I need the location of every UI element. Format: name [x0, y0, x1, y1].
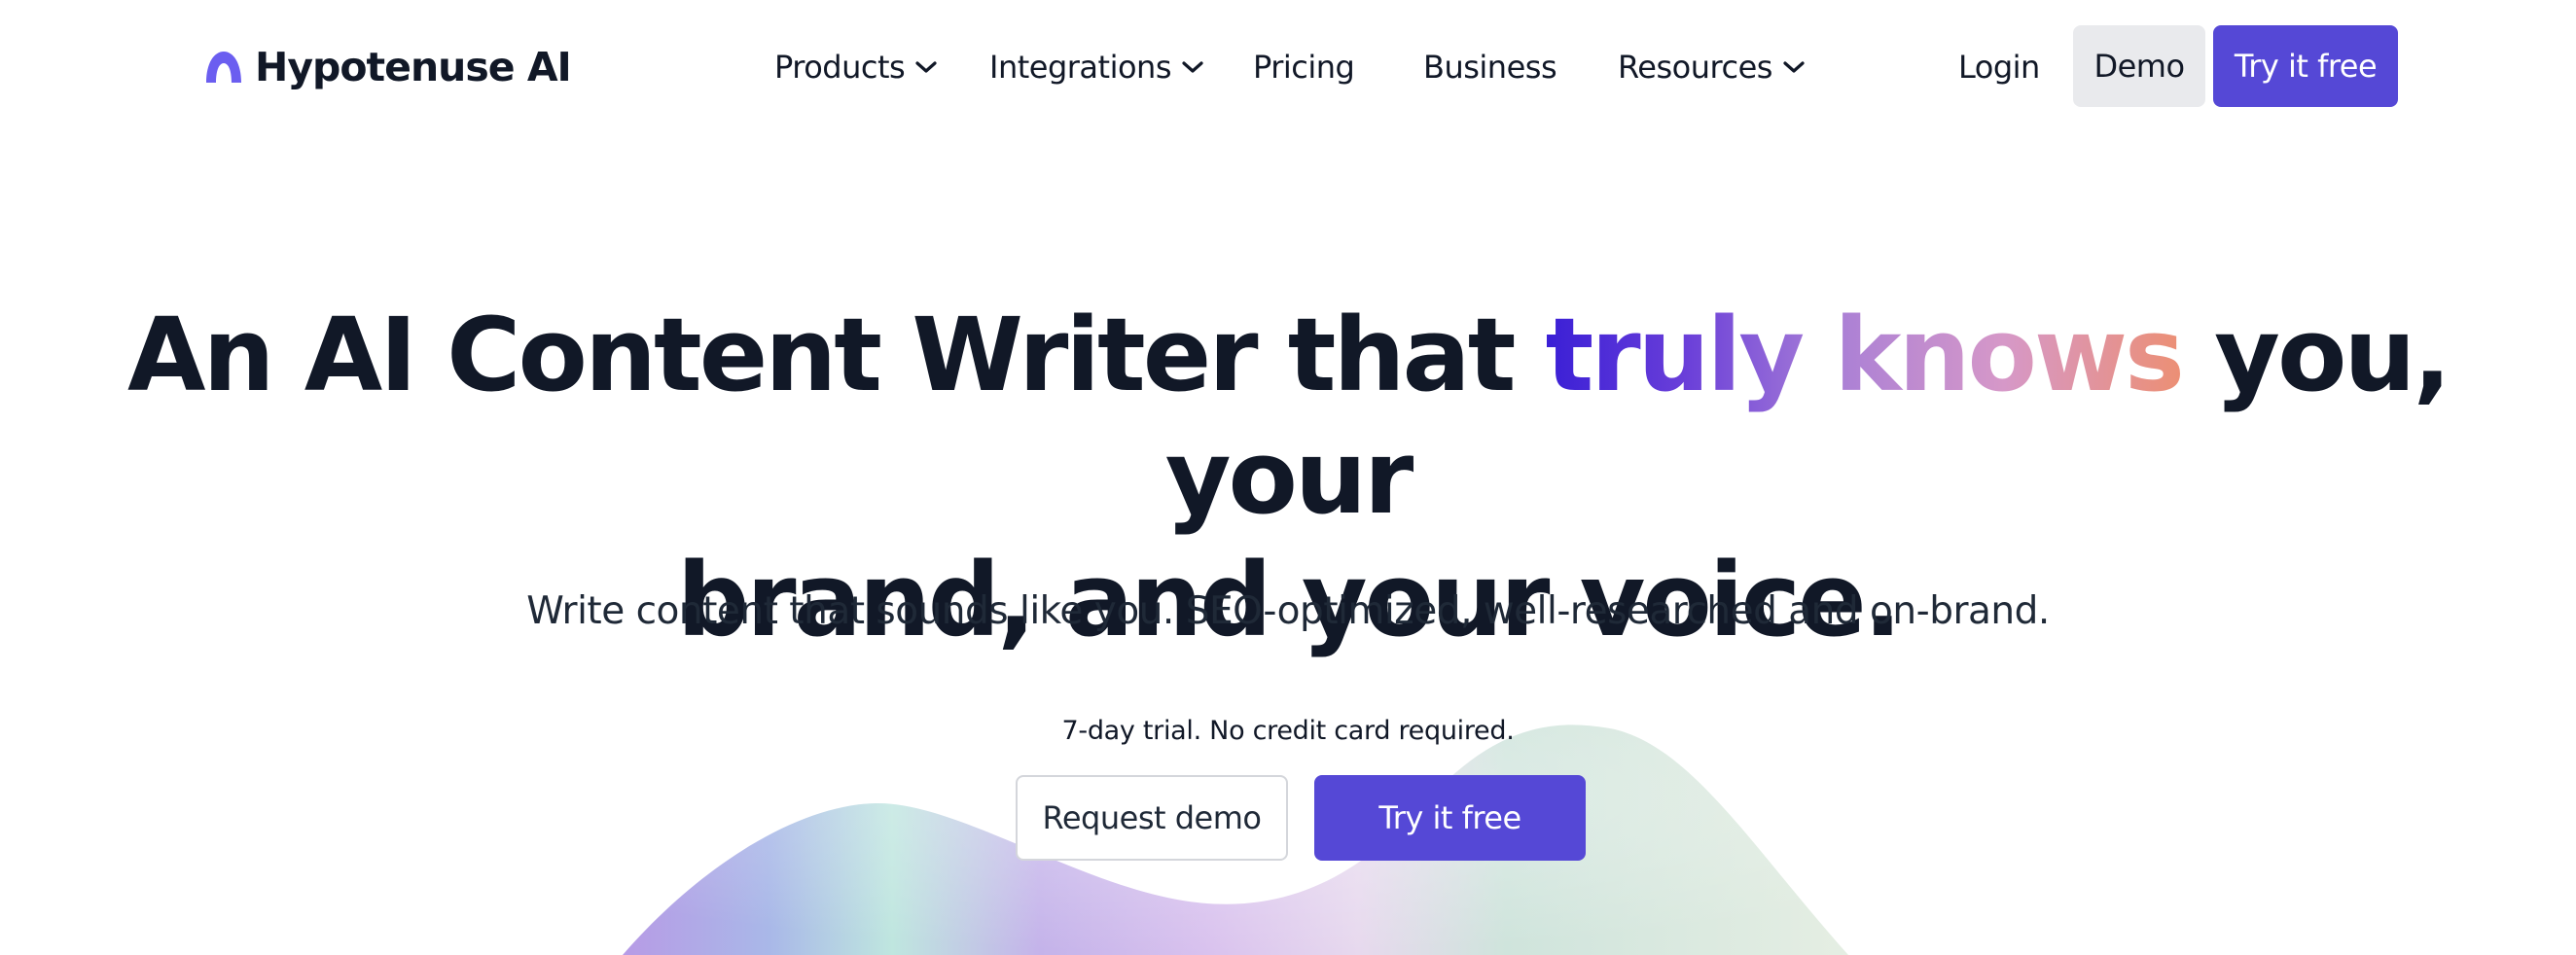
nav-business-label: Business	[1423, 49, 1557, 86]
chevron-down-icon	[1783, 61, 1805, 73]
try-free-hero-button[interactable]: Try it free	[1314, 775, 1586, 861]
nav-business[interactable]: Business	[1423, 45, 1557, 89]
nav-products-label: Products	[774, 49, 906, 86]
login-link[interactable]: Login	[1958, 45, 2040, 89]
nav-integrations-label: Integrations	[989, 49, 1172, 86]
try-free-nav-button[interactable]: Try it free	[2213, 25, 2398, 107]
request-demo-button[interactable]: Request demo	[1016, 775, 1288, 861]
demo-button[interactable]: Demo	[2073, 25, 2205, 107]
nav-resources[interactable]: Resources	[1618, 45, 1806, 89]
nav-pricing-label: Pricing	[1253, 49, 1355, 86]
brand-name: Hypotenuse AI	[255, 44, 572, 90]
hypotenuse-logo-icon	[206, 52, 241, 83]
chevron-down-icon	[915, 61, 937, 73]
hero-subheadline: Write content that sounds like you. SEO-…	[526, 589, 2050, 633]
chevron-down-icon	[1182, 61, 1203, 73]
nav-products[interactable]: Products	[774, 45, 938, 89]
trial-note: 7-day trial. No credit card required.	[1061, 716, 1515, 746]
landing-page: Hypotenuse AI Products Integrations Pric…	[0, 0, 2576, 955]
nav-integrations[interactable]: Integrations	[989, 45, 1204, 89]
brand-logo[interactable]: Hypotenuse AI	[202, 44, 572, 90]
headline-highlight: truly knows	[1545, 296, 2185, 414]
nav-resources-label: Resources	[1618, 49, 1772, 86]
headline-part1: An AI Content Writer that	[127, 296, 1546, 414]
nav-pricing[interactable]: Pricing	[1253, 45, 1355, 89]
